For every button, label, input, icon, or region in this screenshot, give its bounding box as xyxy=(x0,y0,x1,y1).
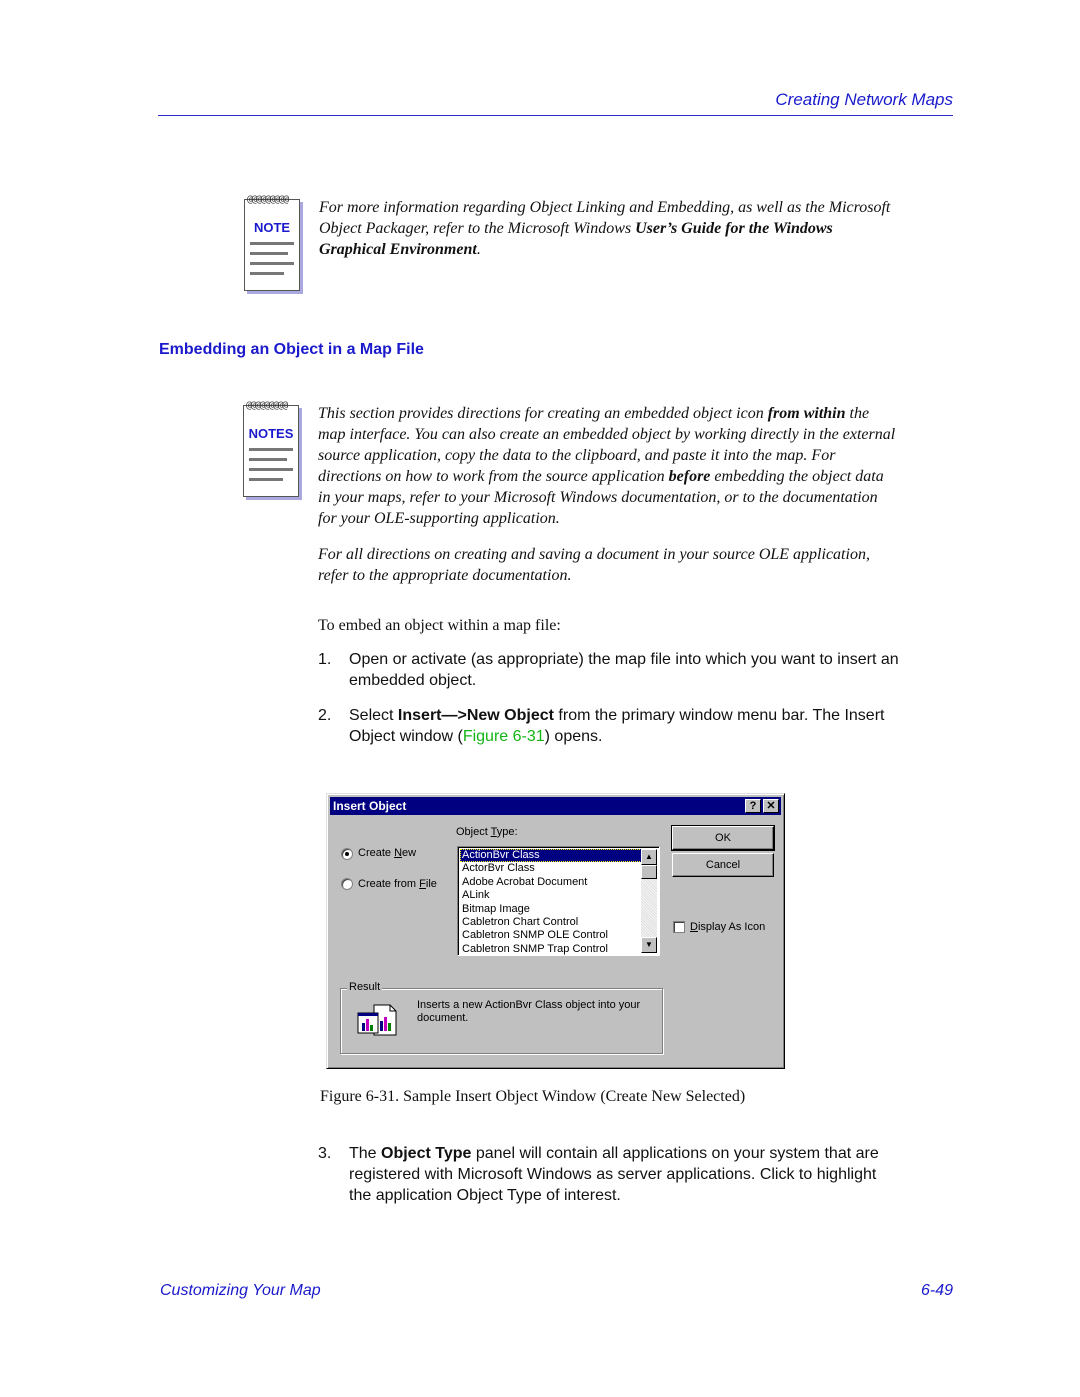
note-icon-label: NOTE xyxy=(253,220,291,235)
dialog-title: Insert Object xyxy=(333,799,407,813)
notes-icon: @@@@@@@@@ NOTES xyxy=(243,400,299,497)
create-from-file-label[interactable]: Create from File xyxy=(358,878,437,890)
step-3: 3. The Object Type panel will contain al… xyxy=(318,1145,879,1204)
ok-button[interactable]: OK xyxy=(671,825,775,851)
object-type-option[interactable]: ALink xyxy=(460,889,642,902)
listbox-scrollbar[interactable]: ▲ ▼ xyxy=(641,849,657,953)
step-1: 1. Open or activate (as appropriate) the… xyxy=(318,651,899,689)
note-2-text: This section provides directions for cre… xyxy=(318,405,896,527)
step-number: 3. xyxy=(318,1145,332,1162)
step-number: 2. xyxy=(318,707,332,724)
result-description: Inserts a new ActionBvr Class object int… xyxy=(417,999,641,1024)
display-as-icon-checkbox[interactable] xyxy=(673,921,685,933)
embedded-object-icon xyxy=(357,1004,397,1036)
menu-path: Insert—>New Object xyxy=(397,707,554,724)
object-type-option[interactable]: Cabletron SNMP Trap Control xyxy=(460,943,642,956)
note-2-paragraph-2: For all directions on creating and savin… xyxy=(318,546,870,584)
footer-chapter-title: Customizing Your Map xyxy=(160,1282,321,1299)
notepad-rings: @@@@@@@@@ xyxy=(246,400,288,411)
guide-title: User’s Guide for the Windows xyxy=(635,220,833,237)
footer-page-number: 6-49 xyxy=(920,1282,953,1299)
object-type-option[interactable]: Cabletron SNMP OLE Control xyxy=(460,929,642,942)
display-as-icon-label[interactable]: Display As Icon xyxy=(690,921,765,933)
running-header-title: Creating Network Maps xyxy=(775,90,953,109)
object-type-option[interactable]: ActorBvr Class xyxy=(460,862,642,875)
procedure-intro: To embed an object within a map file: xyxy=(318,617,561,634)
header-rule xyxy=(158,115,953,116)
note-icon: @@@@@@@@@ NOTE xyxy=(244,194,300,291)
insert-object-dialog: Insert Object ? ✕ Create New Create from… xyxy=(326,793,785,1069)
figure-link[interactable]: Figure 6-31 xyxy=(463,728,545,745)
scroll-up-button[interactable]: ▲ xyxy=(641,849,657,865)
object-type-option[interactable]: Adobe Acrobat Document xyxy=(460,876,642,889)
note-1-text: For more information regarding Object Li… xyxy=(319,199,891,258)
object-type-list: ActionBvr Class ActorBvr Class Adobe Acrob… xyxy=(460,849,642,956)
create-from-file-radio[interactable] xyxy=(341,878,353,890)
section-heading: Embedding an Object in a Map File xyxy=(159,341,424,358)
object-type-option[interactable]: Cabletron Chart Control xyxy=(460,916,642,929)
object-type-term: Object Type xyxy=(381,1145,472,1162)
close-button[interactable]: ✕ xyxy=(763,799,779,813)
help-button[interactable]: ? xyxy=(745,799,761,813)
create-new-radio[interactable] xyxy=(341,848,353,860)
result-groupbox: Result Inserts a new ActionBvr Class obj… xyxy=(340,981,663,1054)
object-type-option[interactable]: Bitmap Image xyxy=(460,903,642,916)
scroll-down-button[interactable]: ▼ xyxy=(641,937,657,953)
step-2: 2. Select Insert—>New Object from the pr… xyxy=(318,707,885,745)
object-type-option[interactable]: ActionBvr Class xyxy=(460,849,642,863)
arrow-down-icon: ▼ xyxy=(645,940,653,949)
object-type-label: Object Type: xyxy=(456,826,518,838)
step-number: 1. xyxy=(318,651,332,668)
figure-caption: Figure 6-31. Sample Insert Object Window… xyxy=(320,1088,746,1105)
arrow-up-icon: ▲ xyxy=(645,852,653,861)
result-legend: Result xyxy=(347,981,383,993)
cancel-button[interactable]: Cancel xyxy=(672,853,774,877)
notes-icon-label: NOTES xyxy=(248,426,294,441)
create-new-label[interactable]: Create New xyxy=(358,847,416,859)
notepad-rings: @@@@@@@@@ xyxy=(247,194,289,205)
guide-title-cont: Graphical Environment xyxy=(319,241,477,258)
object-type-listbox[interactable]: ActionBvr Class ActorBvr Class Adobe Acrob… xyxy=(457,846,660,956)
dialog-titlebar: Insert Object ? ✕ xyxy=(330,797,781,815)
scroll-thumb[interactable] xyxy=(641,865,657,879)
